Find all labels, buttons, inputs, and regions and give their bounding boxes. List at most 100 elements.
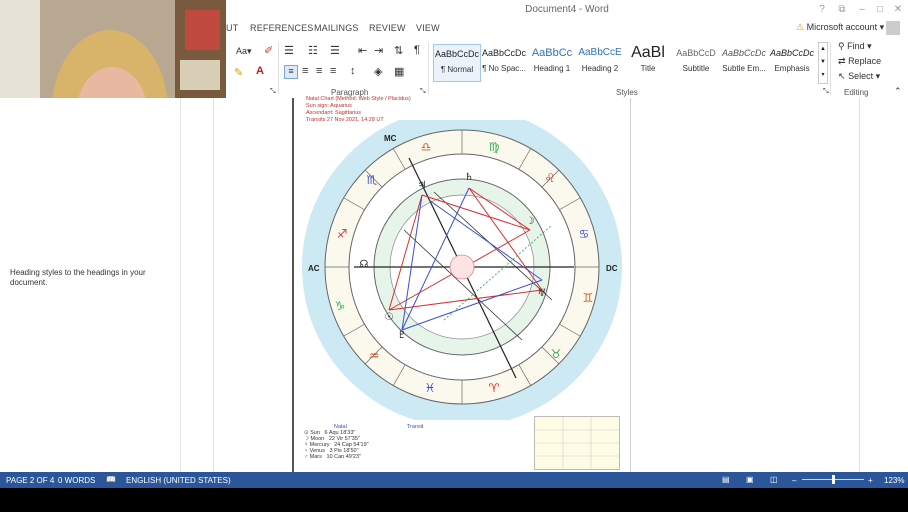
- editing-group-label: Editing: [844, 88, 869, 97]
- window-title: Document4 - Word: [525, 4, 609, 15]
- multilevel-list-icon[interactable]: ☰: [330, 44, 340, 57]
- word-count[interactable]: 0 WORDS: [58, 476, 95, 485]
- status-bar: PAGE 2 OF 4 0 WORDS 📖 ENGLISH (UNITED ST…: [0, 472, 908, 488]
- sign-glyph-icon: ♓: [425, 381, 436, 395]
- planet-glyph-icon: ♇: [398, 330, 407, 341]
- title-bar: Document4 - Word ? ⧉ – □ ✕: [226, 0, 908, 20]
- account-menu[interactable]: ⚠ Microsoft account ▾: [796, 22, 884, 33]
- tab-mailings[interactable]: MAILINGS: [314, 23, 359, 33]
- read-mode-icon[interactable]: ▤: [722, 475, 730, 484]
- borders-icon[interactable]: ▦: [394, 65, 404, 78]
- aspect-grid: [534, 416, 620, 470]
- zoom-out-button[interactable]: –: [792, 476, 796, 485]
- align-right-icon[interactable]: ≡: [316, 65, 322, 77]
- font-color-icon[interactable]: A: [256, 65, 264, 77]
- align-left-icon[interactable]: ≡: [284, 65, 298, 79]
- pane-divider: [213, 98, 214, 472]
- vertical-scrollbar[interactable]: [859, 98, 908, 472]
- style-no-spacing[interactable]: AaBbCcDc ¶ No Spac...: [481, 44, 527, 80]
- tab-view[interactable]: VIEW: [416, 23, 440, 33]
- select-button[interactable]: ↖ Select ▾: [838, 71, 880, 82]
- zoom-level[interactable]: 123%: [884, 476, 904, 485]
- aspect-grid-lines: [535, 417, 619, 469]
- group-divider: [278, 42, 279, 94]
- ribbon-tabs: UT REFERENCES MAILINGS REVIEW VIEW ⚠ Mic…: [226, 20, 908, 38]
- find-button[interactable]: ⚲ Find ▾: [838, 41, 872, 52]
- font-dialog-launcher-icon[interactable]: ⤡: [270, 88, 276, 96]
- style-heading-2[interactable]: AaBbCcE Heading 2: [577, 44, 623, 80]
- center-circle: [449, 254, 475, 280]
- style-subtle-emphasis[interactable]: AaBbCcDc Subtle Em...: [721, 44, 767, 80]
- help-icon[interactable]: ?: [814, 3, 830, 17]
- sign-glyph-icon: ♒: [369, 349, 380, 363]
- language-label[interactable]: ENGLISH (UNITED STATES): [126, 476, 231, 485]
- line-spacing-icon[interactable]: ↕: [350, 65, 356, 77]
- numbering-icon[interactable]: ☷: [308, 44, 318, 57]
- align-center-icon[interactable]: ≡: [302, 65, 308, 77]
- sign-glyph-icon: ♏: [367, 173, 378, 187]
- styles-gallery-scroll[interactable]: ▲ ▼ ▾: [818, 42, 828, 84]
- chart-header-line: Sun sign: Aquarius: [306, 103, 352, 109]
- style-heading-1[interactable]: AaBbCc Heading 1: [529, 44, 575, 80]
- binoculars-icon: ⚲: [838, 41, 845, 51]
- planet-glyph-icon: ☊: [360, 259, 369, 270]
- account-label: Microsoft account: [806, 22, 878, 32]
- clear-format-icon[interactable]: ✐: [264, 44, 273, 57]
- style-title[interactable]: AaBl Title: [625, 44, 671, 80]
- style-normal[interactable]: AaBbCcDc ¶ Normal: [433, 44, 481, 82]
- close-button[interactable]: ✕: [890, 3, 906, 17]
- print-layout-icon[interactable]: ▣: [746, 475, 754, 484]
- styles-dialog-launcher-icon[interactable]: ⤡: [823, 88, 829, 96]
- sign-glyph-icon: ♌: [545, 171, 556, 185]
- bullets-icon[interactable]: ☰: [284, 44, 294, 57]
- increase-indent-icon[interactable]: ⇥: [374, 44, 383, 57]
- decrease-indent-icon[interactable]: ⇤: [358, 44, 367, 57]
- maximize-button[interactable]: □: [872, 3, 888, 17]
- avatar[interactable]: [886, 21, 900, 35]
- tab-review[interactable]: REVIEW: [369, 23, 406, 33]
- tab-layout[interactable]: UT: [226, 23, 238, 33]
- justify-icon[interactable]: ≡: [330, 65, 336, 77]
- chevron-down-icon: ▾: [879, 22, 885, 32]
- planet-glyph-icon: ♅: [538, 288, 547, 299]
- minimize-button[interactable]: –: [854, 3, 870, 17]
- navigation-pane: Heading styles to the headings in your d…: [0, 98, 227, 472]
- sign-glyph-icon: ♐: [337, 227, 348, 241]
- nav-pane-text: Heading styles to the headings in your d…: [10, 268, 146, 287]
- document-page[interactable]: Natal Chart (Method: Web Style / Placidu…: [292, 96, 631, 472]
- pane-divider: [180, 98, 181, 472]
- mc-label: MC: [384, 134, 397, 143]
- sign-glyph-icon: ♍: [489, 140, 500, 154]
- zoom-in-button[interactable]: +: [868, 476, 873, 485]
- planet-glyph-icon: ☽: [526, 216, 535, 227]
- planet-glyph-icon: ♃: [418, 180, 427, 191]
- paragraph-dialog-launcher-icon[interactable]: ⤡: [420, 88, 426, 96]
- style-subtitle[interactable]: AaBbCcD Subtitle: [673, 44, 719, 80]
- collapse-ribbon-icon[interactable]: ⌃: [894, 86, 902, 97]
- sign-glyph-icon: ♎: [421, 140, 432, 154]
- tab-references[interactable]: REFERENCES: [250, 23, 314, 33]
- planet-table: Natal Transit ⊙ Sun 6 Aqu 18'33" ☽ Moon 2…: [304, 424, 434, 460]
- sign-glyph-icon: ♋: [579, 227, 590, 241]
- sort-icon[interactable]: ⇅: [394, 44, 403, 57]
- document-area[interactable]: Natal Chart (Method: Web Style / Placidu…: [226, 96, 908, 472]
- ribbon-options-icon[interactable]: ⧉: [834, 3, 850, 17]
- sign-glyph-icon: ♉: [551, 347, 562, 361]
- page-count[interactable]: PAGE 2 OF 4: [6, 476, 54, 485]
- proofing-icon[interactable]: 📖: [106, 475, 116, 484]
- shading-icon[interactable]: ◈: [374, 65, 382, 78]
- ribbon: Aa▾ ✐ ✎ A ☰ ☷ ☰ ⇤ ⇥ ⇅ ¶ ≡ ≡ ≡ ≡ ↕ ◈ ▦ Pa…: [226, 38, 908, 99]
- chart-header-line: Natal Chart (Method: Web Style / Placidu…: [306, 96, 411, 102]
- cursor-icon: ↖: [838, 71, 846, 81]
- style-emphasis[interactable]: AaBbCcDc Emphasis: [769, 44, 815, 80]
- pilcrow-icon[interactable]: ¶: [414, 44, 420, 56]
- zoom-slider-handle[interactable]: [832, 475, 835, 484]
- sign-glyph-icon: ♊: [583, 291, 594, 305]
- warning-icon: ⚠: [796, 22, 805, 32]
- web-layout-icon[interactable]: ◫: [770, 475, 778, 484]
- change-case-button[interactable]: Aa▾: [236, 46, 252, 57]
- highlight-icon[interactable]: ✎: [234, 66, 243, 79]
- table-row: ♂ Mars 10 Can 49'23": [304, 454, 361, 460]
- group-divider: [428, 42, 429, 94]
- replace-button[interactable]: ⇄ Replace: [838, 56, 881, 67]
